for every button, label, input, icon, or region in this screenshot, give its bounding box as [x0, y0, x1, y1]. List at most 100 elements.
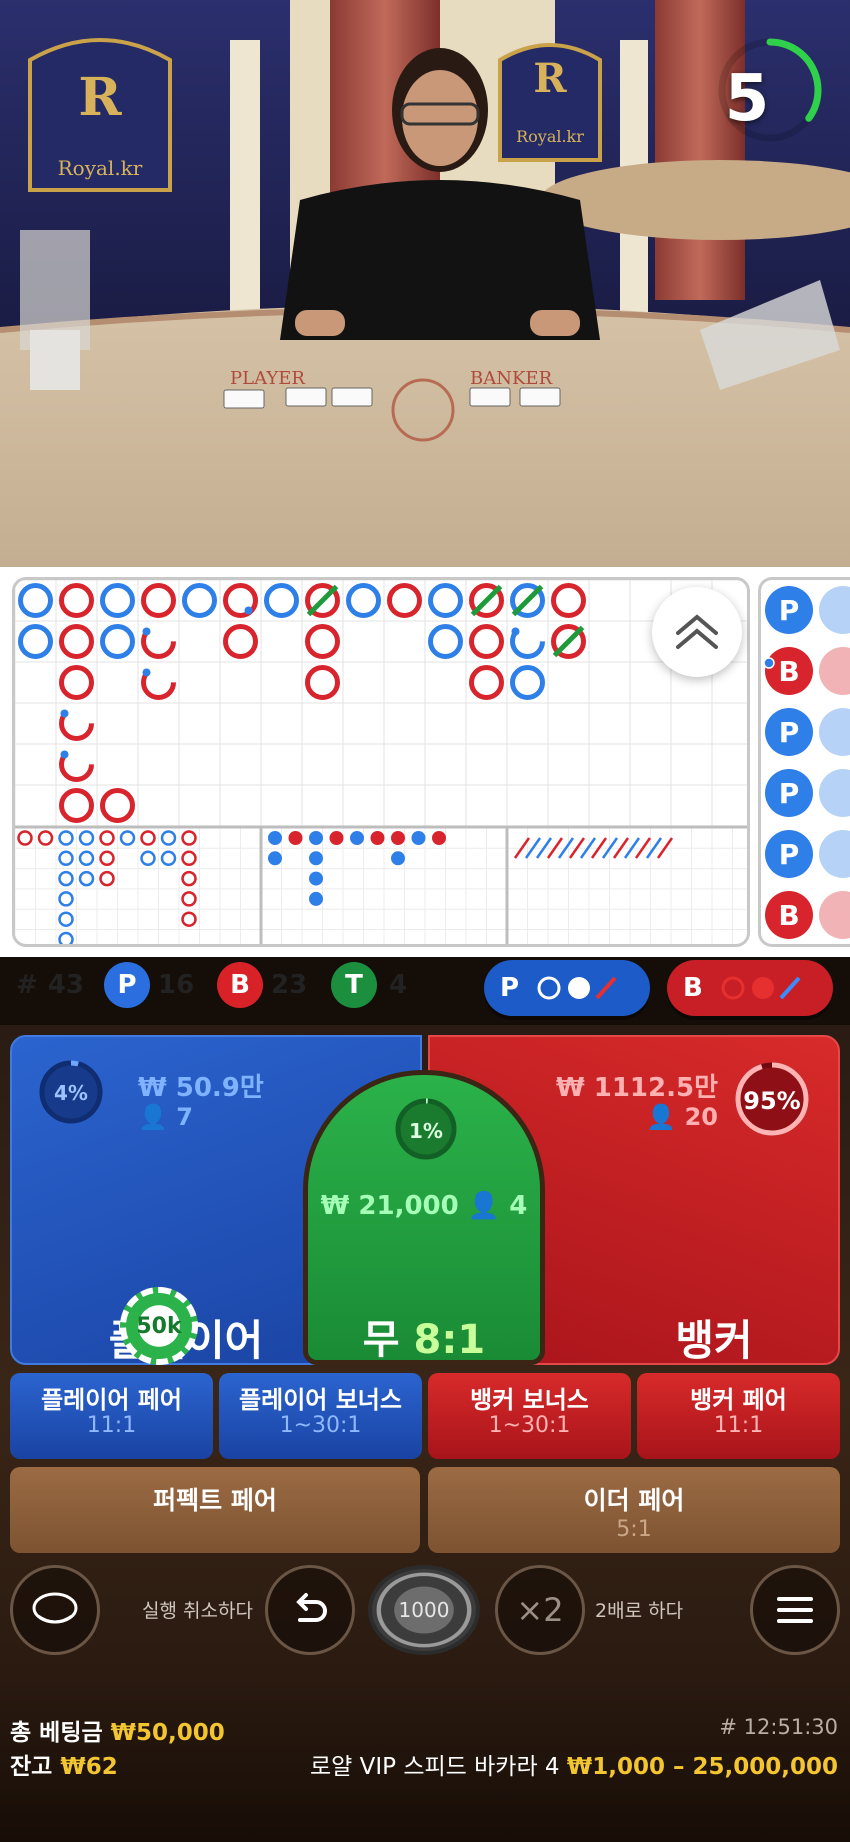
- round-id: # 12:51:30: [719, 1715, 838, 1739]
- small-road-mark: [391, 851, 405, 866]
- tie-bet-zone[interactable]: 1% ₩ 21,000 👤 4 무 8:1: [303, 1070, 545, 1365]
- pair-dot: [763, 657, 775, 669]
- balance: 잔고 ₩62: [10, 1754, 118, 1780]
- big-eye-mark: [58, 830, 74, 846]
- banker-label: 뱅커: [675, 1316, 753, 1365]
- banker-prediction-icon: [721, 976, 801, 1000]
- big-road-mark-banker: [59, 788, 94, 823]
- banker-bonus-bet[interactable]: 뱅커 보너스 1~30:1: [428, 1373, 631, 1459]
- big-road-mark-player: [264, 583, 299, 618]
- player-bet-amount: ₩ 50.9만: [138, 1073, 264, 1103]
- undo-label: 실행 취소하다: [142, 1600, 253, 1622]
- perfect-pair-bet[interactable]: 퍼펙트 페어: [10, 1467, 420, 1553]
- small-road-mark: [329, 831, 344, 845]
- pair-dot: [142, 668, 151, 677]
- big-road-mark-banker: [59, 665, 94, 700]
- menu-button[interactable]: [750, 1565, 840, 1655]
- big-eye-mark: [58, 911, 74, 927]
- small-road-mark: [268, 831, 282, 845]
- bead-letter: P: [779, 594, 800, 627]
- big-road-mark-player: [510, 665, 545, 700]
- logo-left: R: [78, 67, 122, 128]
- double-button[interactable]: ×2: [495, 1565, 585, 1655]
- big-eye-mark: [58, 931, 74, 944]
- expand-roadmap-button[interactable]: [652, 587, 742, 677]
- small-road-mark: [288, 831, 303, 845]
- big-road-mark-player: [100, 624, 135, 659]
- small-road-mark: [309, 831, 323, 845]
- big-eye-mark: [58, 850, 74, 867]
- bead-letter: B: [778, 899, 799, 932]
- big-eye-mark: [160, 850, 177, 867]
- small-road-mark: [350, 831, 364, 845]
- bead-next: [819, 830, 850, 878]
- banker-area-label: BANKER: [470, 368, 553, 389]
- scoreboard[interactable]: [12, 577, 750, 947]
- tie-count: T4: [331, 960, 407, 1010]
- big-road-mark-banker: [223, 624, 258, 659]
- big-eye-mark: [181, 830, 197, 846]
- player-prediction-icon: [537, 976, 617, 1000]
- big-eye-mark: [140, 830, 156, 846]
- player-ask-button[interactable]: P: [484, 960, 650, 1016]
- big-road-mark-player: [18, 583, 53, 618]
- big-eye-mark: [37, 830, 54, 846]
- big-road-mark-banker: [551, 583, 586, 618]
- player-bonus-bet[interactable]: 플레이어 보너스 1~30:1: [219, 1373, 422, 1459]
- dealer-badge-left: Royal.kr: [58, 156, 143, 180]
- banker-win-count: B 23: [217, 960, 307, 1010]
- small-road-mark: [370, 831, 385, 845]
- countdown-seconds: 5: [724, 62, 770, 136]
- table-info: 로얄 VIP 스피드 바카라 4 ₩1,000 – 25,000,000: [310, 1754, 838, 1780]
- big-road-mark-player: [182, 583, 217, 618]
- bead-next: [819, 891, 850, 939]
- user-icon: 👤: [138, 1103, 177, 1131]
- big-road-mark-banker: [387, 583, 422, 618]
- bead-plate-road[interactable]: PBPPPB: [758, 577, 850, 947]
- chat-button[interactable]: [10, 1565, 100, 1655]
- undo-button[interactable]: [265, 1565, 355, 1655]
- big-road-mark-player: [100, 583, 135, 618]
- placed-chip[interactable]: 50k: [120, 1287, 198, 1365]
- total-bet: 총 베팅금 ₩50,000: [10, 1720, 225, 1746]
- bead-next: [819, 647, 850, 695]
- banker-pair-bet[interactable]: 뱅커 페어 11:1: [637, 1373, 840, 1459]
- banker-ask-button[interactable]: B: [667, 960, 833, 1016]
- big-road-mark-banker: [469, 624, 504, 659]
- pair-dot: [142, 627, 151, 636]
- player-win-count: P 16: [104, 960, 194, 1010]
- big-road-mark-player: [428, 624, 463, 659]
- bead-letter: P: [779, 777, 800, 810]
- chip-selector[interactable]: 1000: [368, 1565, 480, 1655]
- pair-dot: [244, 606, 253, 615]
- user-icon: 👤: [646, 1103, 685, 1131]
- small-road-mark: [309, 871, 323, 886]
- big-eye-mark: [160, 830, 177, 846]
- undo-icon: [296, 1593, 327, 1622]
- tie-label: 무 8:1: [362, 1317, 486, 1363]
- player-pair-bet[interactable]: 플레이어 페어 11:1: [10, 1373, 213, 1459]
- chat-bubble-icon: [32, 1592, 78, 1624]
- bead-letter: P: [779, 838, 800, 871]
- bead-next: [819, 769, 850, 817]
- small-road-mark: [411, 831, 426, 845]
- big-eye-mark: [119, 830, 136, 846]
- big-eye-mark: [181, 891, 197, 907]
- big-road-mark-banker: [100, 788, 135, 823]
- big-road-mark-banker: [305, 665, 340, 700]
- big-eye-mark: [17, 830, 33, 846]
- big-eye-mark: [140, 850, 156, 867]
- big-road-mark-player: [18, 624, 53, 659]
- small-road-mark: [309, 891, 323, 906]
- big-road-mark-banker: [305, 624, 340, 659]
- bead-letter: B: [778, 655, 799, 688]
- big-eye-mark: [78, 830, 95, 846]
- double-label: 2배로 하다: [595, 1600, 684, 1622]
- either-pair-bet[interactable]: 이더 페어 5:1: [428, 1467, 840, 1553]
- bead-next: [819, 586, 850, 634]
- big-eye-mark: [99, 830, 115, 846]
- big-eye-mark: [181, 850, 197, 867]
- pair-dot: [511, 627, 520, 636]
- dealer-badge-right: Royal.kr: [516, 127, 584, 146]
- small-road-mark: [432, 831, 446, 845]
